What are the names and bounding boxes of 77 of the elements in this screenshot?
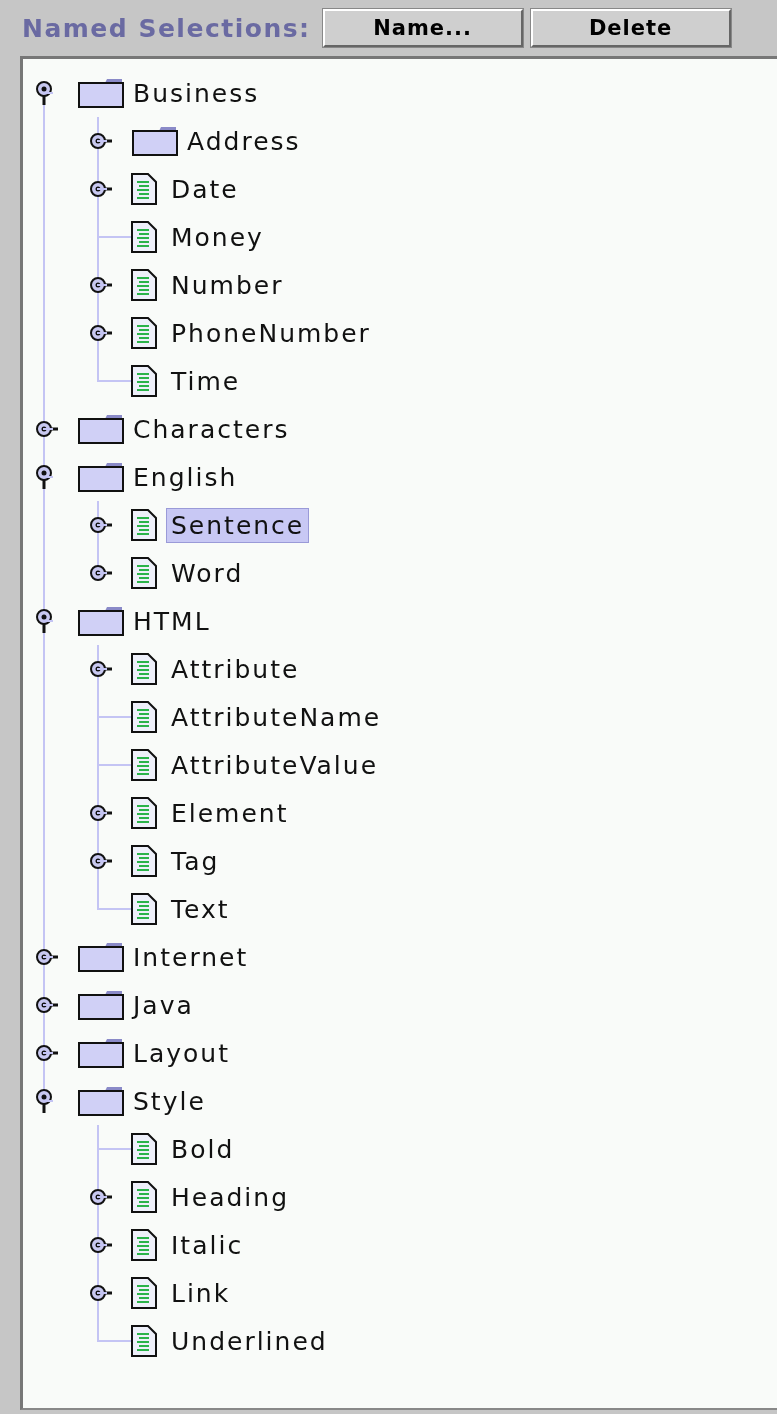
folder-icon [77, 414, 125, 444]
folder-icon [77, 1086, 125, 1116]
document-icon [131, 701, 157, 733]
named-selections-label: Named Selections: [22, 13, 311, 43]
document-icon [131, 269, 157, 301]
name-button[interactable]: Name... [322, 9, 523, 47]
expand-handle-icon[interactable] [89, 324, 113, 342]
expand-handle-icon[interactable] [89, 516, 113, 534]
document-icon [131, 797, 157, 829]
folder-icon [131, 126, 179, 156]
expand-handle-icon[interactable] [89, 564, 113, 582]
expand-handle-icon[interactable] [89, 852, 113, 870]
tree-item[interactable]: Style [128, 1083, 211, 1119]
tree-item[interactable]: Attribute [166, 651, 305, 687]
expand-handle-icon[interactable] [89, 1284, 113, 1302]
document-icon [131, 749, 157, 781]
document-icon [131, 1325, 157, 1357]
document-icon [131, 317, 157, 349]
collapse-handle-icon[interactable] [35, 608, 53, 634]
tree-item[interactable]: Internet [128, 939, 254, 975]
tree-item[interactable]: Java [128, 987, 199, 1023]
document-icon [131, 893, 157, 925]
tree-item[interactable]: HTML [128, 603, 216, 639]
document-icon [131, 845, 157, 877]
folder-icon [77, 990, 125, 1020]
expand-handle-icon[interactable] [89, 132, 113, 150]
document-icon [131, 173, 157, 205]
document-icon [131, 1181, 157, 1213]
tree-item[interactable]: Italic [166, 1227, 249, 1263]
tree-item[interactable]: AttributeValue [166, 747, 384, 783]
folder-icon [77, 1038, 125, 1068]
document-icon [131, 557, 157, 589]
tree-item[interactable]: Layout [128, 1035, 235, 1071]
tree-item[interactable]: Business [128, 75, 265, 111]
tree-item[interactable]: Heading [166, 1179, 295, 1215]
tree-item[interactable]: Word [166, 555, 249, 591]
folder-icon [77, 78, 125, 108]
collapse-handle-icon[interactable] [35, 1088, 53, 1114]
expand-handle-icon[interactable] [89, 804, 113, 822]
expand-handle-icon[interactable] [89, 276, 113, 294]
tree-item[interactable]: Money [166, 219, 269, 255]
tree-item[interactable]: Link [166, 1275, 236, 1311]
document-icon [131, 1229, 157, 1261]
document-icon [131, 509, 157, 541]
folder-icon [77, 942, 125, 972]
folder-icon [77, 606, 125, 636]
tree-item[interactable]: Address [182, 123, 306, 159]
tree-item[interactable]: Element [166, 795, 294, 831]
expand-handle-icon[interactable] [89, 1236, 113, 1254]
tree-item[interactable]: Sentence [166, 507, 310, 543]
collapse-handle-icon[interactable] [35, 80, 53, 106]
tree-item[interactable]: English [128, 459, 243, 495]
folder-icon [77, 462, 125, 492]
expand-handle-icon[interactable] [89, 660, 113, 678]
expand-handle-icon[interactable] [89, 1188, 113, 1206]
tree-item[interactable]: Number [166, 267, 289, 303]
expand-handle-icon[interactable] [89, 180, 113, 198]
tree-item[interactable]: Tag [166, 843, 225, 879]
tree-item[interactable]: AttributeName [166, 699, 387, 735]
delete-button[interactable]: Delete [530, 9, 731, 47]
tree-item[interactable]: Date [166, 171, 244, 207]
tree-item[interactable]: Bold [166, 1131, 240, 1167]
expand-handle-icon[interactable] [35, 996, 59, 1014]
tree-item[interactable]: PhoneNumber [166, 315, 376, 351]
tree-item[interactable]: Characters [128, 411, 295, 447]
document-icon [131, 1277, 157, 1309]
document-icon [131, 221, 157, 253]
collapse-handle-icon[interactable] [35, 464, 53, 490]
tree-item[interactable]: Text [166, 891, 235, 927]
expand-handle-icon[interactable] [35, 948, 59, 966]
tree-item[interactable]: Underlined [166, 1323, 333, 1359]
document-icon [131, 365, 157, 397]
expand-handle-icon[interactable] [35, 420, 59, 438]
tree-item[interactable]: Time [166, 363, 246, 399]
document-icon [131, 1133, 157, 1165]
expand-handle-icon[interactable] [35, 1044, 59, 1062]
document-icon [131, 653, 157, 685]
